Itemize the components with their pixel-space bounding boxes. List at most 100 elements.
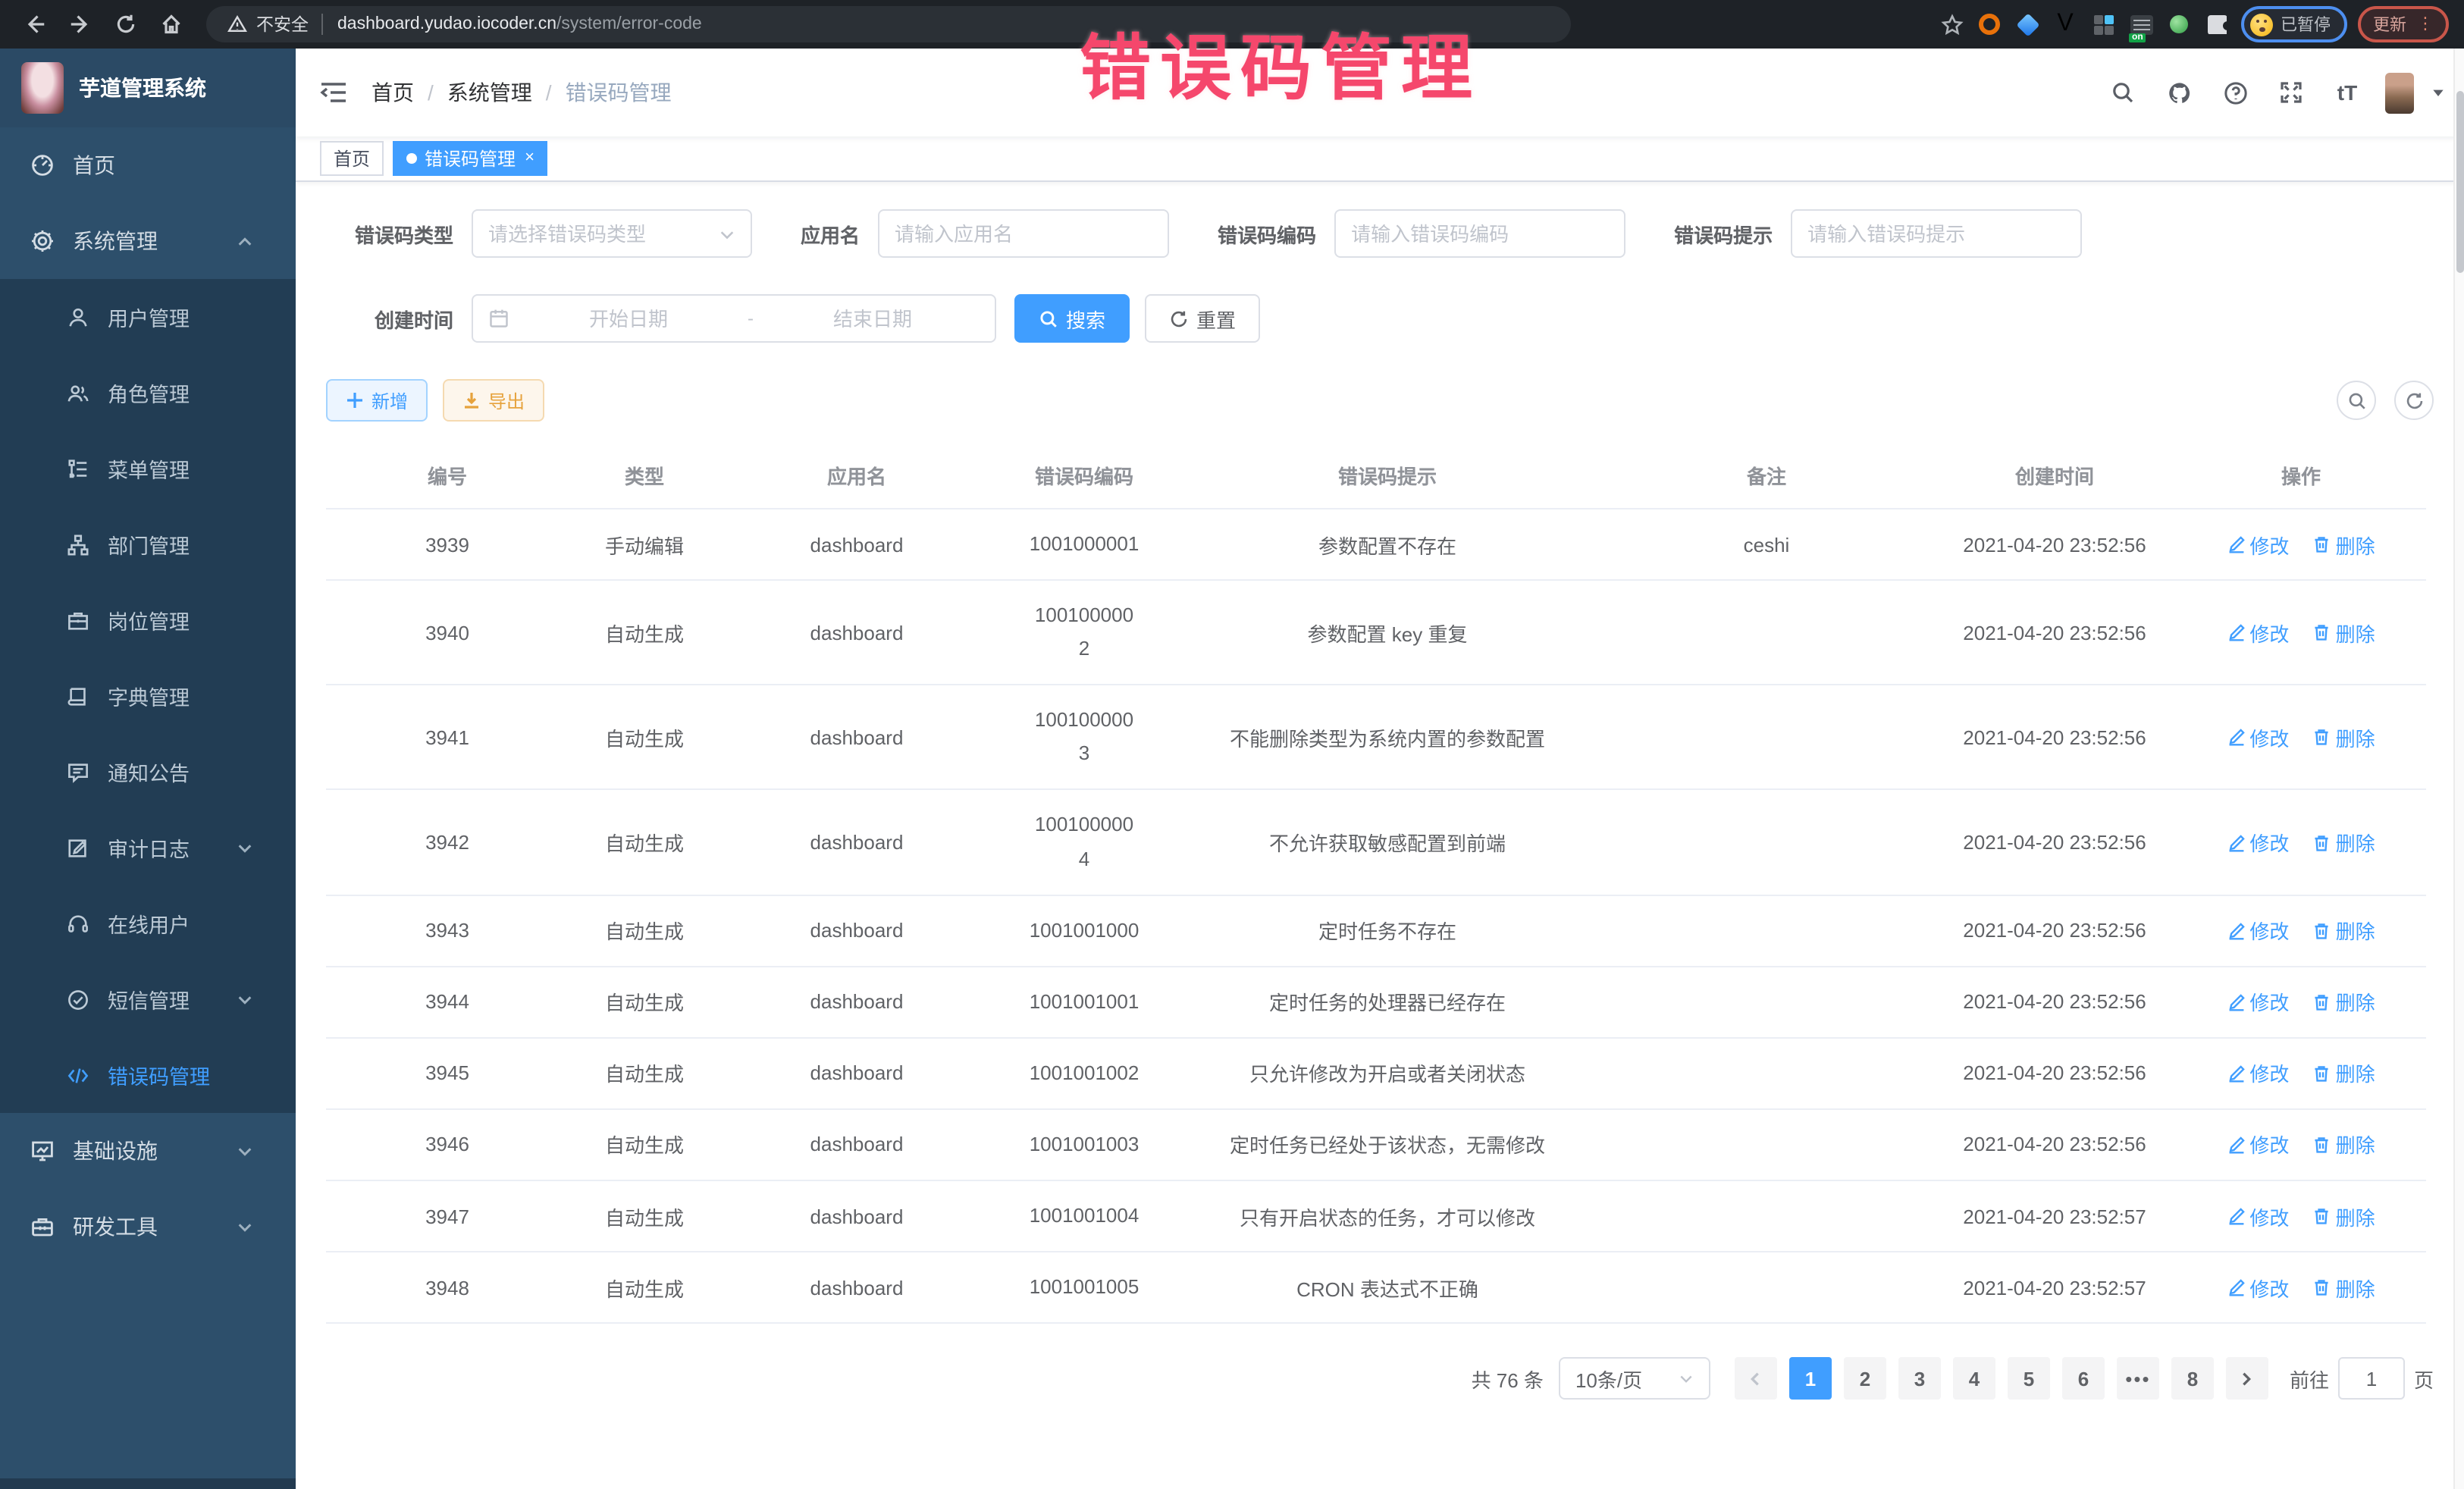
error-code-field[interactable]: [1334, 209, 1625, 258]
search-icon[interactable]: [2102, 71, 2144, 114]
delete-link[interactable]: 删除: [2313, 916, 2375, 945]
extensions-puzzle-icon[interactable]: [2203, 11, 2230, 38]
export-button[interactable]: 导出: [443, 379, 544, 422]
delete-link[interactable]: 删除: [2313, 723, 2375, 752]
breadcrumb-system[interactable]: 系统管理: [447, 77, 532, 108]
logo[interactable]: 芋道管理系统: [0, 49, 296, 127]
edit-link[interactable]: 修改: [2227, 1273, 2289, 1302]
sidebar-item-posts[interactable]: 岗位管理: [0, 582, 296, 658]
user-avatar[interactable]: [2385, 72, 2414, 113]
delete-link[interactable]: 删除: [2313, 1130, 2375, 1159]
app-name-input[interactable]: [895, 222, 1152, 245]
app-name-field[interactable]: [878, 209, 1169, 258]
page-4[interactable]: 4: [1953, 1357, 1995, 1400]
delete-link[interactable]: 删除: [2313, 828, 2375, 857]
browser-menu-icon[interactable]: ⋮: [2417, 20, 2434, 28]
page-size-select[interactable]: [1559, 1357, 1710, 1400]
window-scrollbar[interactable]: [2453, 49, 2464, 1489]
fullscreen-icon[interactable]: [2270, 71, 2312, 114]
help-icon[interactable]: [2214, 71, 2256, 114]
avatar-caret-icon[interactable]: [2431, 85, 2446, 100]
browser-update-button[interactable]: 更新 ⋮: [2358, 6, 2449, 42]
sidebar-item-departments[interactable]: 部门管理: [0, 506, 296, 582]
edit-link[interactable]: 修改: [2227, 1202, 2289, 1230]
page-size-value[interactable]: [1575, 1367, 1669, 1390]
security-warning-icon[interactable]: [227, 15, 247, 33]
sidebar-item-audit-log[interactable]: 审计日志: [0, 810, 296, 886]
sidebar-item-roles[interactable]: 角色管理: [0, 355, 296, 431]
delete-link[interactable]: 删除: [2313, 1202, 2375, 1230]
goto-page-input[interactable]: [2338, 1357, 2405, 1400]
extension-orange-icon[interactable]: [1976, 11, 2003, 38]
reset-button[interactable]: 重置: [1145, 294, 1260, 343]
security-label[interactable]: 不安全: [256, 12, 309, 36]
edit-link[interactable]: 修改: [2227, 916, 2289, 945]
url-path[interactable]: /system/error-code: [556, 15, 702, 33]
edit-link[interactable]: 修改: [2227, 530, 2289, 559]
delete-link[interactable]: 删除: [2313, 530, 2375, 559]
tab-home[interactable]: 首页: [320, 141, 384, 176]
edit-link[interactable]: 修改: [2227, 618, 2289, 647]
error-hint-input[interactable]: [1807, 222, 2065, 245]
extension-grid-icon[interactable]: [2089, 11, 2117, 38]
breadcrumb-home[interactable]: 首页: [371, 77, 414, 108]
url-host[interactable]: dashboard.yudao.iocoder.cn: [337, 15, 556, 33]
home-icon[interactable]: [152, 5, 191, 44]
sidebar-item-home[interactable]: 首页: [0, 127, 296, 203]
sidebar-item-sms[interactable]: 短信管理: [0, 961, 296, 1037]
search-button[interactable]: 搜索: [1014, 294, 1130, 343]
show-search-icon[interactable]: [2337, 381, 2376, 420]
sidebar-collapse-icon[interactable]: [320, 80, 347, 105]
error-hint-field[interactable]: [1791, 209, 2082, 258]
page-1[interactable]: 1: [1789, 1357, 1832, 1400]
sidebar-item-dict[interactable]: 字典管理: [0, 658, 296, 734]
page-2[interactable]: 2: [1844, 1357, 1886, 1400]
close-tab-icon[interactable]: ×: [525, 150, 534, 167]
edit-link[interactable]: 修改: [2227, 988, 2289, 1017]
page-8[interactable]: 8: [2171, 1357, 2214, 1400]
delete-link[interactable]: 删除: [2313, 618, 2375, 647]
forward-icon[interactable]: [61, 5, 100, 44]
sidebar-item-error-code[interactable]: 错误码管理: [0, 1037, 296, 1113]
reload-icon[interactable]: [106, 5, 146, 44]
extension-green-v-icon[interactable]: V: [2052, 11, 2079, 38]
date-range-picker[interactable]: -: [472, 294, 996, 343]
page-5[interactable]: 5: [2008, 1357, 2050, 1400]
refresh-table-icon[interactable]: [2394, 381, 2434, 420]
sidebar-item-notice[interactable]: 通知公告: [0, 734, 296, 810]
delete-link[interactable]: 删除: [2313, 1059, 2375, 1088]
edit-link[interactable]: 修改: [2227, 1130, 2289, 1159]
prev-page-icon[interactable]: [1735, 1357, 1777, 1400]
address-bar[interactable]: 不安全 dashboard.yudao.iocoder.cn/system/er…: [206, 6, 1571, 42]
sidebar-item-devtools[interactable]: 研发工具: [0, 1189, 296, 1265]
sidebar-item-menus[interactable]: 菜单管理: [0, 431, 296, 506]
more-pages-icon[interactable]: •••: [2117, 1357, 2159, 1400]
page-6[interactable]: 6: [2062, 1357, 2105, 1400]
edit-link[interactable]: 修改: [2227, 828, 2289, 857]
sidebar-item-online-users[interactable]: 在线用户: [0, 886, 296, 961]
error-code-input[interactable]: [1351, 222, 1609, 245]
sidebar-item-users[interactable]: 用户管理: [0, 279, 296, 355]
scrollbar-thumb[interactable]: [2456, 91, 2464, 273]
tab-error-code[interactable]: 错误码管理 ×: [393, 141, 548, 176]
browser-profile-chip[interactable]: 已暂停: [2241, 6, 2347, 42]
delete-link[interactable]: 删除: [2313, 1273, 2375, 1302]
extension-gem-icon[interactable]: [2014, 11, 2041, 38]
end-date-input[interactable]: [766, 307, 980, 330]
extension-list-icon[interactable]: on: [2127, 11, 2155, 38]
sidebar-item-infra[interactable]: 基础设施: [0, 1113, 296, 1189]
next-page-icon[interactable]: [2226, 1357, 2268, 1400]
extension-key-icon[interactable]: [2165, 11, 2193, 38]
page-3[interactable]: 3: [1898, 1357, 1941, 1400]
sidebar-item-system[interactable]: 系统管理: [0, 203, 296, 279]
error-type-select-input[interactable]: [488, 222, 710, 245]
edit-link[interactable]: 修改: [2227, 1059, 2289, 1088]
bookmark-star-icon[interactable]: [1938, 11, 1965, 38]
back-icon[interactable]: [15, 5, 55, 44]
github-icon[interactable]: [2158, 71, 2200, 114]
delete-link[interactable]: 删除: [2313, 988, 2375, 1017]
add-button[interactable]: 新增: [326, 379, 428, 422]
edit-link[interactable]: 修改: [2227, 723, 2289, 752]
start-date-input[interactable]: [522, 307, 735, 330]
error-type-select[interactable]: [472, 209, 752, 258]
